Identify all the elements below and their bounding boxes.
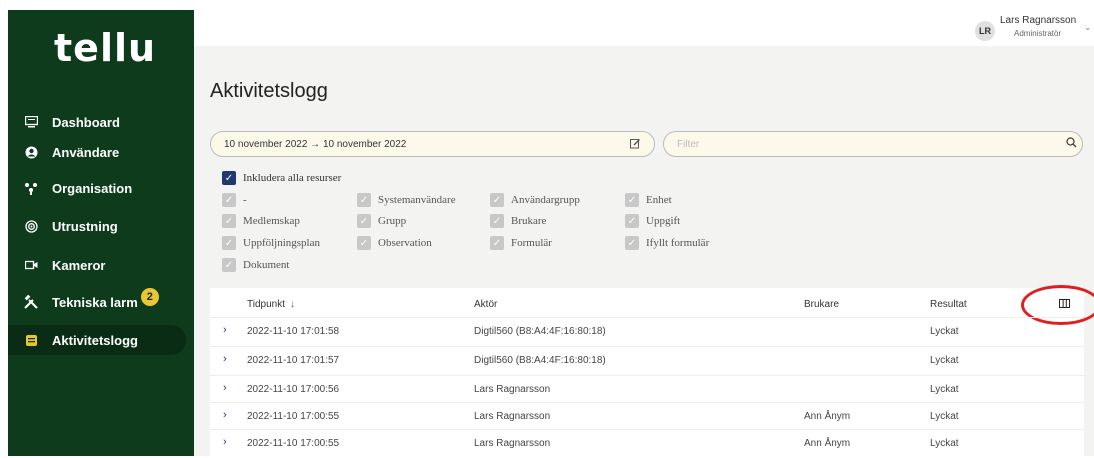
- check-icon: ✓: [357, 236, 371, 250]
- check-icon: ✓: [222, 171, 236, 185]
- check-icon: ✓: [222, 258, 236, 272]
- include-all-checkbox[interactable]: ✓ Inkludera alla resurser: [222, 171, 341, 185]
- tools-icon: [24, 295, 38, 309]
- resource-checkbox[interactable]: ✓ Formulär: [490, 236, 552, 250]
- chevron-right-icon[interactable]: ›: [223, 382, 227, 394]
- sidebar-item-label: Tekniska larm: [52, 294, 138, 310]
- sidebar-item-label: Dashboard: [52, 114, 120, 130]
- table-row[interactable]: › 2022-11-10 17:00:55 Lars Ragnarsson An…: [210, 429, 1084, 458]
- avatar[interactable]: LR: [975, 21, 995, 41]
- resource-checkbox[interactable]: ✓ Dokument: [222, 258, 289, 272]
- check-icon: ✓: [625, 236, 639, 250]
- sidebar-item-equipment[interactable]: Utrustning: [8, 211, 194, 241]
- sidebar-item-organisation[interactable]: Organisation: [8, 173, 194, 203]
- check-icon: ✓: [222, 193, 236, 207]
- resource-checkbox[interactable]: ✓ Enhet: [625, 193, 672, 207]
- tellu-logo: tellu: [54, 26, 157, 70]
- resource-checkbox[interactable]: ✓ Användargrupp: [490, 193, 580, 207]
- check-icon: ✓: [490, 236, 504, 250]
- sidebar: tellu Dashboard Användare Organisation U…: [8, 10, 194, 456]
- check-icon: ✓: [222, 214, 236, 228]
- column-header-result[interactable]: Resultat: [930, 299, 967, 310]
- resource-checkbox[interactable]: ✓ Systemanvändare: [357, 193, 456, 207]
- check-icon: ✓: [357, 214, 371, 228]
- table-row[interactable]: › 2022-11-10 17:00:56 Lars Ragnarsson Ly…: [210, 375, 1084, 404]
- sidebar-item-label: Utrustning: [52, 218, 118, 234]
- check-icon: ✓: [625, 214, 639, 228]
- chevron-right-icon[interactable]: ›: [223, 409, 227, 421]
- sidebar-item-technical-alarms[interactable]: Tekniska larm 2: [8, 287, 194, 317]
- sidebar-item-cameras[interactable]: Kameror: [8, 250, 194, 280]
- sidebar-item-label: Aktivitetslogg: [52, 332, 138, 348]
- table-row[interactable]: › 2022-11-10 17:01:58 Digtil560 (B8:A4:4…: [210, 317, 1084, 346]
- chevron-right-icon[interactable]: ›: [223, 436, 227, 448]
- org-icon: [24, 181, 38, 195]
- sidebar-item-activity-log[interactable]: Aktivitetslogg: [8, 325, 186, 355]
- signal-icon: [24, 219, 38, 233]
- column-header-actor[interactable]: Aktör: [474, 299, 497, 310]
- alarm-count-badge: 2: [140, 288, 159, 306]
- resource-checkbox[interactable]: ✓ Uppföljningsplan: [222, 236, 320, 250]
- resource-checkbox[interactable]: ✓ Brukare: [490, 214, 546, 228]
- chevron-down-icon[interactable]: ⌄: [1084, 22, 1092, 33]
- chevron-right-icon[interactable]: ›: [223, 324, 227, 336]
- resource-checkbox[interactable]: ✓ Ifyllt formulär: [625, 236, 709, 250]
- filter-input[interactable]: Filter: [663, 131, 1083, 157]
- resource-checkbox[interactable]: ✓ Medlemskap: [222, 214, 300, 228]
- edit-icon[interactable]: [630, 138, 641, 152]
- resource-checkbox[interactable]: ✓ Grupp: [357, 214, 406, 228]
- column-header-time[interactable]: Tidpunkt ↓: [247, 299, 295, 310]
- user-role: Administratör: [1014, 29, 1062, 38]
- chevron-right-icon[interactable]: ›: [223, 353, 227, 365]
- log-icon: [24, 333, 38, 347]
- check-icon: ✓: [222, 236, 236, 250]
- search-icon[interactable]: [1066, 137, 1077, 151]
- check-icon: ✓: [490, 193, 504, 207]
- app-frame: tellu Dashboard Användare Organisation U…: [0, 0, 1094, 456]
- resource-checkbox[interactable]: ✓ -: [222, 193, 247, 207]
- resource-checkbox[interactable]: ✓ Observation: [357, 236, 432, 250]
- check-icon: ✓: [490, 214, 504, 228]
- monitor-icon: [24, 115, 38, 129]
- date-range-field[interactable]: 10 november 2022 → 10 november 2022: [210, 131, 655, 157]
- sidebar-item-label: Användare: [52, 144, 120, 160]
- page-title: Aktivitetslogg: [210, 80, 328, 102]
- table-row[interactable]: › 2022-11-10 17:00:55 Lars Ragnarsson An…: [210, 402, 1084, 431]
- sidebar-item-dashboard[interactable]: Dashboard: [8, 107, 194, 137]
- sidebar-item-users[interactable]: Användare: [8, 137, 194, 167]
- camera-icon: [24, 258, 38, 272]
- sidebar-item-label: Organisation: [52, 180, 133, 196]
- table-row[interactable]: › 2022-11-10 17:01:57 Digtil560 (B8:A4:4…: [210, 346, 1084, 375]
- top-bar: [194, 10, 1094, 46]
- user-name[interactable]: Lars Ragnarsson: [1000, 15, 1076, 26]
- check-icon: ✓: [625, 193, 639, 207]
- sidebar-item-label: Kameror: [52, 257, 106, 273]
- check-icon: ✓: [357, 193, 371, 207]
- column-header-client[interactable]: Brukare: [804, 299, 839, 310]
- sort-down-icon: ↓: [289, 299, 295, 310]
- resource-checkbox[interactable]: ✓ Uppgift: [625, 214, 680, 228]
- user-icon: [24, 145, 38, 159]
